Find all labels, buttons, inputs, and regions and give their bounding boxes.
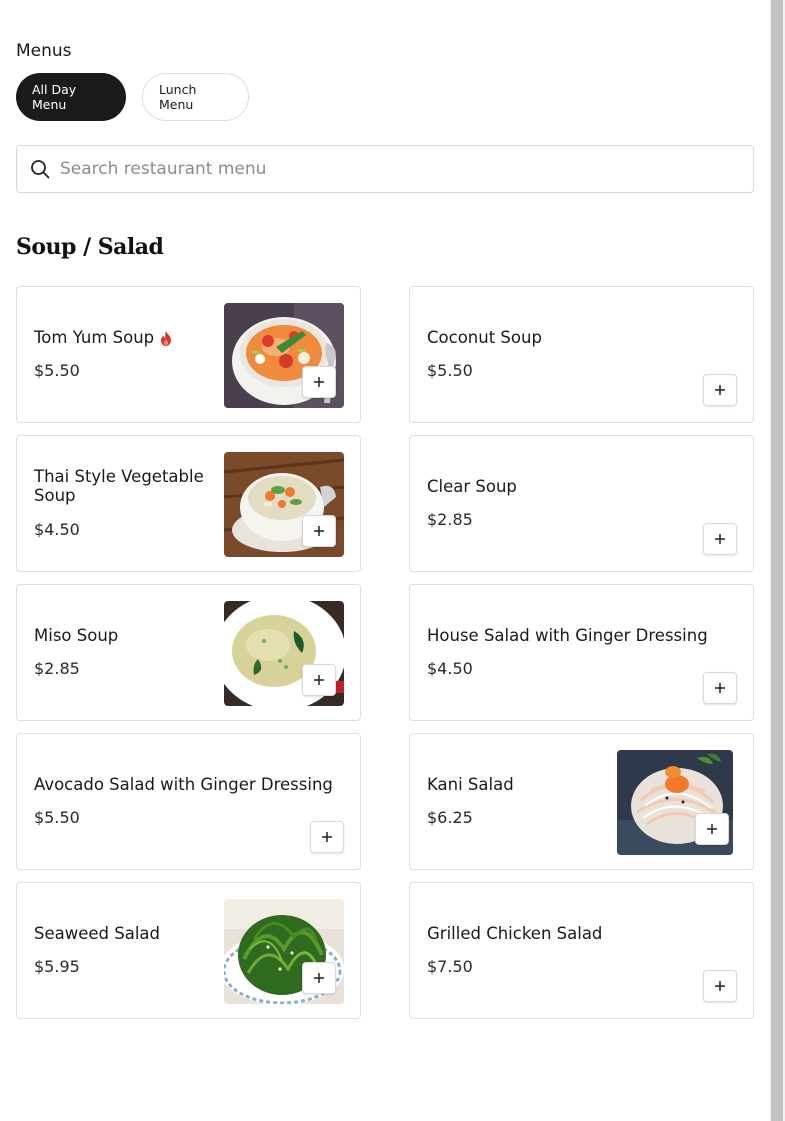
menu-item-price: $5.95: [34, 957, 80, 977]
add-to-cart-button[interactable]: [703, 374, 737, 406]
add-to-cart-button[interactable]: [703, 970, 737, 1002]
menu-item-card[interactable]: Coconut Soup $5.50: [409, 286, 754, 423]
lunch-menu-tab[interactable]: Lunch Menu: [142, 73, 249, 121]
add-to-cart-button[interactable]: [302, 366, 336, 398]
plus-icon: [314, 675, 324, 685]
menu-item-card[interactable]: Miso Soup $2.85: [16, 584, 361, 721]
menu-item-name: Clear Soup: [427, 476, 517, 496]
all-day-menu-tab[interactable]: All Day Menu: [16, 73, 126, 121]
menu-item-price: $6.25: [427, 808, 473, 828]
add-to-cart-button[interactable]: [310, 821, 344, 853]
menu-item-price: $2.85: [427, 510, 473, 530]
add-to-cart-button[interactable]: [703, 523, 737, 555]
search-bar: [16, 145, 754, 193]
menu-item-name: Avocado Salad with Ginger Dressing: [34, 774, 333, 794]
plus-icon: [715, 981, 725, 991]
menu-item-card[interactable]: Kani Salad $6.25: [409, 733, 754, 870]
menu-item-price: $5.50: [427, 361, 473, 381]
add-to-cart-button[interactable]: [703, 672, 737, 704]
menu-item-name: Seaweed Salad: [34, 923, 161, 943]
plus-icon: [715, 385, 725, 395]
plus-icon: [314, 377, 324, 387]
menu-item-name: Grilled Chicken Salad: [427, 923, 603, 943]
menus-heading: Menus: [16, 41, 72, 61]
menu-item-card[interactable]: Tom Yum Soup $5.50: [16, 286, 361, 423]
menu-item-price: $5.50: [34, 361, 80, 381]
section-title: Soup / Salad: [16, 234, 164, 260]
menu-item-price: $4.50: [427, 659, 473, 679]
menu-item-price: $2.85: [34, 659, 80, 679]
menu-item-price: $4.50: [34, 519, 80, 539]
search-icon: [31, 160, 50, 179]
flame-icon: [161, 330, 172, 346]
plus-icon: [715, 534, 725, 544]
add-to-cart-button[interactable]: [302, 515, 336, 547]
menu-item-name: Kani Salad: [427, 774, 514, 794]
menu-item-card[interactable]: Grilled Chicken Salad $7.50: [409, 882, 754, 1019]
menu-selector: All Day Menu Lunch Menu: [16, 73, 249, 121]
menu-item-card[interactable]: Seaweed Salad $5.95: [16, 882, 361, 1019]
plus-icon: [707, 824, 717, 834]
menu-item-card[interactable]: Avocado Salad with Ginger Dressing $5.50: [16, 733, 361, 870]
add-to-cart-button[interactable]: [302, 962, 336, 994]
menu-items-grid: Tom Yum Soup $5.50 Coconut Soup $5.50 Th…: [16, 286, 754, 1019]
menu-item-name: Coconut Soup: [427, 327, 542, 347]
plus-icon: [314, 526, 324, 536]
menu-item-name: Thai Style Vegetable Soup: [34, 467, 204, 505]
menu-item-card[interactable]: House Salad with Ginger Dressing $4.50: [409, 584, 754, 721]
menu-item-name: Tom Yum Soup: [34, 327, 155, 347]
search-input[interactable]: [60, 146, 753, 192]
menu-item-name: Miso Soup: [34, 625, 119, 645]
menu-item-price: $7.50: [427, 957, 473, 977]
menu-item-price: $5.50: [34, 808, 80, 828]
menu-item-name: House Salad with Ginger Dressing: [427, 625, 708, 645]
plus-icon: [314, 973, 324, 983]
add-to-cart-button[interactable]: [695, 813, 729, 845]
plus-icon: [322, 832, 332, 842]
menu-item-name-row: Tom Yum Soup: [34, 327, 210, 348]
menu-item-card[interactable]: Thai Style Vegetable Soup $4.50: [16, 435, 361, 572]
vertical-scrollbar[interactable]: [770, 0, 785, 1121]
menu-item-card[interactable]: Clear Soup $2.85: [409, 435, 754, 572]
plus-icon: [715, 683, 725, 693]
add-to-cart-button[interactable]: [302, 664, 336, 696]
scrollbar-thumb[interactable]: [771, 0, 783, 1121]
